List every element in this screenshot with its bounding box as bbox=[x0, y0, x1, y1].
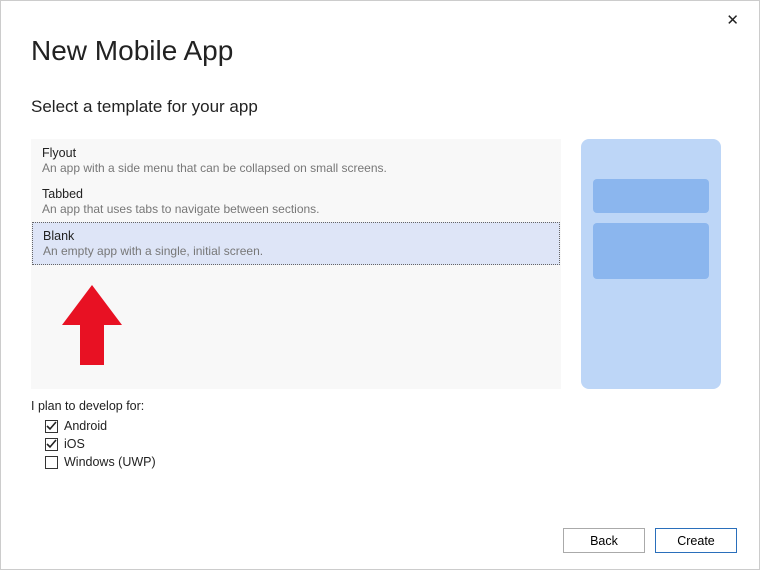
platform-row-uwp: Windows (UWP) bbox=[45, 455, 759, 469]
back-button[interactable]: Back bbox=[563, 528, 645, 553]
checkbox-android[interactable] bbox=[45, 420, 58, 433]
close-button[interactable]: ✕ bbox=[720, 11, 745, 30]
dialog-subtitle: Select a template for your app bbox=[31, 97, 759, 117]
template-item-tabbed[interactable]: Tabbed An app that uses tabs to navigate… bbox=[32, 181, 560, 222]
template-item-blank[interactable]: Blank An empty app with a single, initia… bbox=[32, 222, 560, 265]
annotation-arrow bbox=[62, 285, 122, 370]
dialog-title: New Mobile App bbox=[31, 35, 759, 67]
template-list: Flyout An app with a side menu that can … bbox=[31, 139, 561, 389]
template-item-flyout[interactable]: Flyout An app with a side menu that can … bbox=[32, 140, 560, 181]
template-name: Flyout bbox=[42, 146, 550, 160]
template-desc: An app with a side menu that can be coll… bbox=[42, 161, 550, 175]
preview-block bbox=[593, 223, 709, 279]
dialog-button-row: Back Create bbox=[563, 528, 737, 553]
close-icon: ✕ bbox=[726, 12, 739, 29]
platform-label: Android bbox=[64, 419, 107, 433]
platform-label: iOS bbox=[64, 437, 85, 451]
check-icon bbox=[46, 421, 57, 432]
develop-for-section: I plan to develop for: Android iOS Windo… bbox=[31, 399, 759, 469]
platform-row-ios: iOS bbox=[45, 437, 759, 451]
develop-for-label: I plan to develop for: bbox=[31, 399, 759, 413]
check-icon bbox=[46, 439, 57, 450]
content-row: Flyout An app with a side menu that can … bbox=[31, 139, 729, 389]
checkbox-uwp[interactable] bbox=[45, 456, 58, 469]
preview-block bbox=[593, 179, 709, 213]
platform-label: Windows (UWP) bbox=[64, 455, 156, 469]
create-button[interactable]: Create bbox=[655, 528, 737, 553]
template-desc: An app that uses tabs to navigate betwee… bbox=[42, 202, 550, 216]
template-name: Blank bbox=[43, 229, 549, 243]
template-desc: An empty app with a single, initial scre… bbox=[43, 244, 549, 258]
platform-row-android: Android bbox=[45, 419, 759, 433]
template-preview bbox=[581, 139, 721, 389]
checkbox-ios[interactable] bbox=[45, 438, 58, 451]
template-name: Tabbed bbox=[42, 187, 550, 201]
